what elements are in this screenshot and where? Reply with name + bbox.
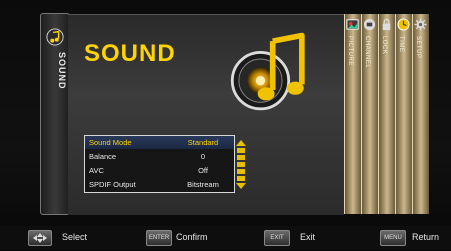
tab-lock[interactable]: LOCK — [378, 14, 395, 214]
dpad-icon — [33, 233, 47, 243]
tab-channel[interactable]: CHANNEL — [361, 14, 378, 214]
tab-label: LOCK — [381, 36, 387, 55]
menu-item-label: SPDIF Output — [89, 180, 136, 189]
hint-select: Select — [62, 232, 88, 242]
channel-icon — [363, 18, 376, 31]
scroll-down-arrow-icon[interactable] — [236, 183, 246, 189]
picture-icon — [346, 19, 359, 30]
scroll-segment — [237, 148, 245, 153]
tab-setup[interactable]: SETUP — [412, 14, 429, 214]
scroll-segment — [237, 155, 245, 160]
exit-key: EXIT — [264, 230, 290, 246]
menu-item-value: Standard — [187, 138, 219, 147]
scrollbar[interactable] — [236, 140, 246, 190]
clock-icon — [397, 18, 410, 31]
menu-item-label: Balance — [89, 152, 117, 161]
menu-item-label: AVC — [89, 166, 104, 175]
hint-confirm: Confirm — [176, 232, 208, 242]
select-key — [28, 230, 52, 246]
hint-return: Return — [412, 232, 440, 242]
menu-item-label: Sound Mode — [89, 138, 132, 147]
sound-settings-list: Sound Mode Standard Balance 0 AVC Off SP… — [84, 135, 235, 193]
scroll-segment — [237, 169, 245, 174]
tab-label: PICTURE — [347, 36, 353, 66]
hint-exit: Exit — [300, 232, 316, 242]
menu-item-value: 0 — [200, 152, 206, 161]
menu-item-balance[interactable]: Balance 0 — [85, 150, 234, 163]
tab-label: CHANNEL — [364, 36, 370, 69]
menu-key: MENU — [380, 230, 406, 246]
tv-screen: SOUND SOUND PICTURE CHANNEL LOCK TIME SE… — [0, 0, 451, 250]
bottom-hint-bar: Select ENTER Confirm EXIT Exit MENU Retu… — [0, 226, 451, 250]
note-icon — [46, 28, 64, 46]
speaker-note-icon — [230, 32, 305, 111]
side-tab-label: SOUND — [57, 52, 67, 90]
menu-item-spdif-output[interactable]: SPDIF Output Bitstream — [85, 178, 234, 191]
menu-item-value: Bitstream — [187, 180, 219, 189]
sound-side-tab[interactable]: SOUND — [40, 13, 70, 215]
gear-icon — [414, 18, 427, 31]
tab-picture[interactable]: PICTURE — [344, 14, 361, 214]
menu-item-avc[interactable]: AVC Off — [85, 164, 234, 177]
tab-label: TIME — [398, 36, 404, 53]
menu-item-sound-mode[interactable]: Sound Mode Standard — [85, 136, 234, 149]
tab-label: SETUP — [415, 36, 421, 59]
lock-icon — [382, 18, 391, 31]
enter-key: ENTER — [146, 230, 172, 246]
tab-time[interactable]: TIME — [395, 14, 412, 214]
scroll-up-arrow-icon[interactable] — [236, 140, 246, 146]
page-title: SOUND — [84, 40, 176, 67]
scroll-segment — [237, 176, 245, 181]
scroll-segment — [237, 162, 245, 167]
menu-item-value: Off — [198, 166, 208, 175]
